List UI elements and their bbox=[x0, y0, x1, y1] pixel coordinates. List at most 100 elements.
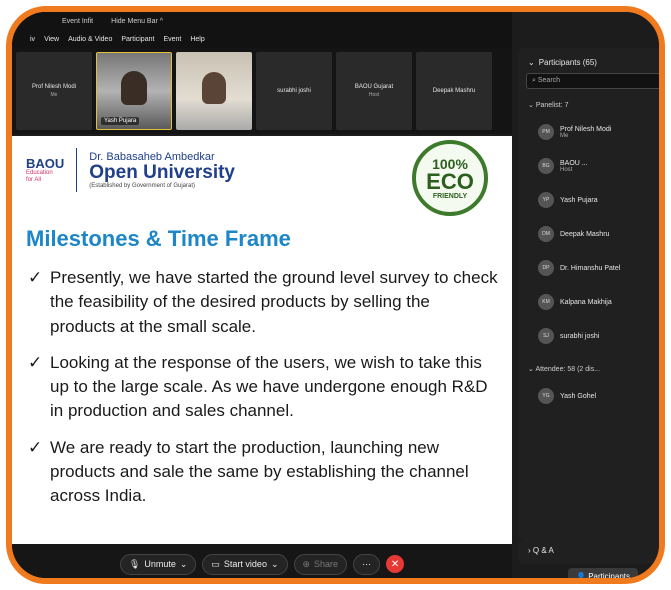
logo-divider bbox=[76, 148, 78, 192]
participant-role: Me bbox=[560, 132, 569, 139]
participants-button[interactable]: 👤 Participants bbox=[568, 568, 638, 581]
check-icon: ✓ bbox=[28, 352, 43, 372]
start-video-label: Start video bbox=[223, 559, 267, 569]
chevron-right-icon: › bbox=[528, 546, 531, 555]
tile-name: Yash Pujara bbox=[101, 117, 140, 125]
video-tile[interactable] bbox=[176, 52, 252, 130]
slide-heading: Milestones & Time Frame bbox=[26, 226, 291, 251]
avatar: SJ bbox=[538, 328, 554, 344]
university-name-line1: Dr. Babasaheb Ambedkar bbox=[89, 150, 215, 163]
avatar: BG bbox=[538, 158, 554, 174]
baou-logo-text: BAOU bbox=[26, 155, 65, 171]
qa-label: Q & A bbox=[532, 546, 554, 555]
video-tile[interactable]: Prof Nilesh Modi Me bbox=[16, 52, 92, 130]
start-video-button[interactable]: ▭ Start video ⌄ bbox=[202, 553, 288, 575]
search-input[interactable]: ⌕ Search bbox=[526, 73, 659, 89]
share-icon: ⊕ bbox=[302, 558, 311, 569]
menu-item-participant[interactable]: Participant bbox=[121, 36, 154, 43]
video-tile[interactable]: surabhi joshi bbox=[256, 52, 332, 130]
participants-title: Participants (65) bbox=[538, 58, 597, 67]
share-label: Share bbox=[314, 559, 339, 569]
camera-icon: ▭ bbox=[661, 196, 665, 204]
baou-tagline-2: for All bbox=[26, 176, 42, 183]
panelist-section-header[interactable]: ⌄ Panelist: 7 bbox=[518, 89, 659, 115]
unmute-button[interactable]: 🎙 Unmute ⌄ bbox=[119, 553, 197, 575]
eco-word: ECO bbox=[426, 168, 474, 194]
chevron-down-icon[interactable]: ⌄ bbox=[180, 559, 188, 570]
tile-name: BAOU Gujarat bbox=[354, 84, 394, 90]
participant-name: surabhi joshi bbox=[560, 332, 600, 340]
participants-header[interactable]: ⌄ Participants (65) bbox=[518, 48, 659, 73]
participant-role: Host bbox=[560, 166, 573, 173]
menu-item-audio-video[interactable]: Audio & Video bbox=[68, 36, 112, 43]
tile-name: Prof Nilesh Modi bbox=[31, 84, 76, 90]
eco-friendly: FRIENDLY bbox=[432, 192, 468, 200]
hide-menu-bar[interactable]: Hide Menu Bar ^ bbox=[111, 18, 163, 25]
bullet-item: ✓ Presently, we have started the ground … bbox=[28, 266, 498, 339]
shared-slide: BAOU Education for All Dr. Babasaheb Amb… bbox=[12, 136, 512, 544]
tile-name: Deepak Mashru bbox=[432, 88, 476, 94]
webinar-window: Event Infit Hide Menu Bar ^ iv View Audi… bbox=[12, 12, 659, 578]
avatar: YP bbox=[538, 192, 554, 208]
participant-row[interactable]: DM Deepak Mashru bbox=[518, 217, 659, 251]
video-tile[interactable]: BAOU Gujarat Host bbox=[336, 52, 412, 130]
avatar: PM bbox=[538, 124, 554, 140]
mic-muted-icon: 🎙 bbox=[128, 558, 141, 569]
camera-icon: ▭ bbox=[661, 298, 665, 306]
share-button[interactable]: ⊕ Share bbox=[293, 553, 348, 575]
participant-row[interactable]: YG Yash Gohel ✋ bbox=[518, 379, 659, 413]
participant-name: Yash Gohel bbox=[560, 392, 597, 400]
mic-icon: ⌁ bbox=[664, 162, 665, 170]
participant-row[interactable]: YP Yash Pujara ▭ bbox=[518, 183, 665, 217]
photo-frame: Event Infit Hide Menu Bar ^ iv View Audi… bbox=[6, 6, 665, 584]
panelist-count: Panelist: 7 bbox=[535, 102, 569, 109]
menu-item-event[interactable]: Event bbox=[163, 36, 181, 43]
meeting-toolbar: 🎙 Unmute ⌄ ▭ Start video ⌄ ⊕ Share ⋯ ✕ bbox=[12, 544, 512, 578]
participant-video bbox=[121, 71, 147, 105]
avatar: DP bbox=[538, 260, 554, 276]
video-tile[interactable]: Yash Pujara bbox=[96, 52, 172, 130]
participant-row[interactable]: KM Kalpana Makhija ▭ bbox=[518, 285, 665, 319]
participant-name: Prof Nilesh Modi bbox=[560, 125, 612, 133]
participant-name: Deepak Mashru bbox=[560, 230, 610, 238]
university-name-line2: Open University bbox=[89, 161, 235, 183]
bullet-item: ✓ Looking at the response of the users, … bbox=[28, 351, 498, 424]
chevron-down-icon[interactable]: ⌄ bbox=[271, 559, 279, 570]
check-icon: ✓ bbox=[28, 437, 43, 457]
video-off-icon: ▭ bbox=[211, 558, 220, 569]
participant-row[interactable]: DP Dr. Himanshu Patel bbox=[518, 251, 659, 285]
qa-section[interactable]: › Q & A bbox=[518, 540, 659, 564]
participant-name: BAOU ... bbox=[560, 159, 588, 167]
menu-item-help[interactable]: Help bbox=[190, 36, 204, 43]
event-info[interactable]: Event Infit bbox=[62, 18, 93, 25]
menu-bar: iv View Audio & Video Participant Event … bbox=[12, 30, 512, 48]
more-button[interactable]: ⋯ bbox=[353, 553, 381, 575]
tile-name: surabhi joshi bbox=[277, 88, 311, 94]
people-icon: 👤 bbox=[576, 572, 586, 581]
avatar: KM bbox=[538, 294, 554, 310]
video-strip: Prof Nilesh Modi Me Yash Pujara surabhi … bbox=[12, 48, 512, 134]
participant-row[interactable]: SJ surabhi joshi bbox=[518, 319, 659, 353]
avatar: DM bbox=[538, 226, 554, 242]
search-placeholder: Search bbox=[537, 77, 561, 84]
bullet-list: ✓ Presently, we have started the ground … bbox=[28, 266, 498, 521]
participant-name: Yash Pujara bbox=[560, 196, 598, 204]
video-tile[interactable]: Deepak Mashru bbox=[416, 52, 492, 130]
bullet-text: Presently, we have started the ground le… bbox=[50, 268, 498, 336]
attendee-section-header[interactable]: ⌄ Attendee: 58 (2 dis... bbox=[518, 353, 659, 379]
menu-item[interactable]: iv bbox=[30, 36, 35, 43]
chevron-down-icon: ⌄ bbox=[528, 58, 535, 67]
eco-friendly-badge: 100% ECO FRIENDLY bbox=[412, 140, 488, 216]
participant-row[interactable]: BG BAOU ... Host ⌁ bbox=[518, 149, 665, 183]
tile-sub: Host bbox=[368, 92, 380, 98]
bullet-item: ✓ We are ready to start the production, … bbox=[28, 436, 498, 509]
chevron-down-icon: ⌄ bbox=[528, 102, 534, 109]
more-icon: ⋯ bbox=[362, 558, 372, 569]
participant-row[interactable]: PM Prof Nilesh Modi Me bbox=[518, 115, 659, 149]
attendee-count: Attendee: 58 (2 dis... bbox=[535, 366, 601, 373]
menu-item-view[interactable]: View bbox=[44, 36, 59, 43]
bullet-text: We are ready to start the production, la… bbox=[50, 437, 469, 506]
check-icon: ✓ bbox=[28, 268, 43, 287]
title-bar: Event Infit Hide Menu Bar ^ bbox=[12, 12, 512, 30]
leave-button[interactable]: ✕ bbox=[386, 555, 405, 573]
